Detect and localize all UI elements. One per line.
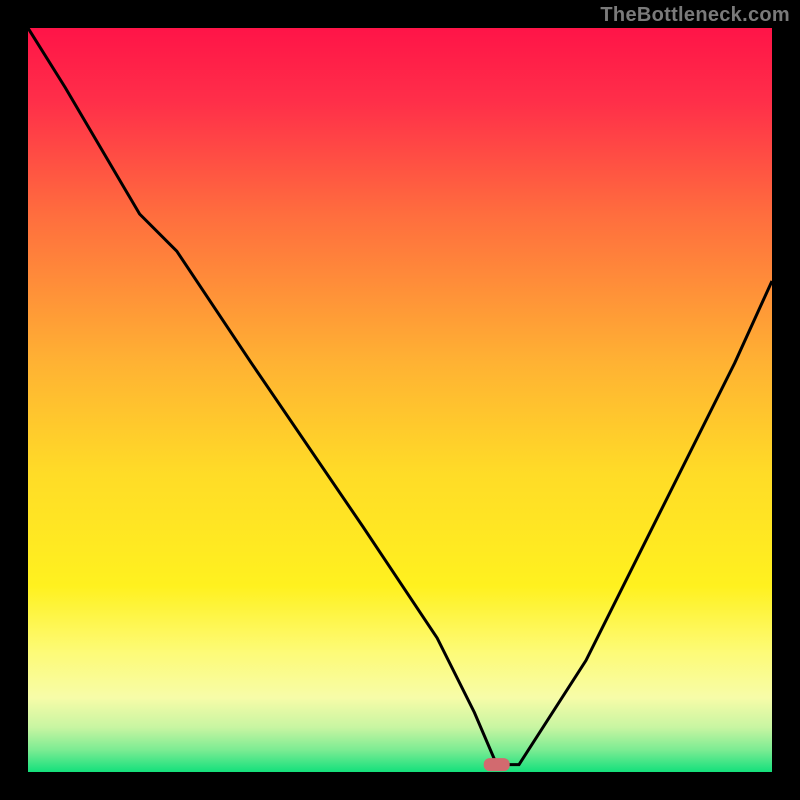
gradient-background bbox=[28, 28, 772, 772]
plot-area bbox=[28, 28, 772, 772]
watermark-text: TheBottleneck.com bbox=[600, 4, 790, 27]
chart-frame: TheBottleneck.com bbox=[0, 0, 800, 800]
chart-svg bbox=[28, 28, 772, 772]
optimal-point-marker bbox=[484, 758, 510, 771]
